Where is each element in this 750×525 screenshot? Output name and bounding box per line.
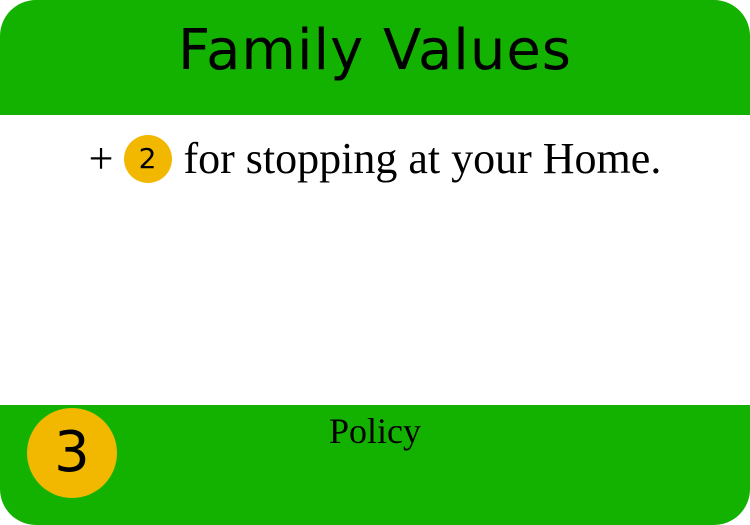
policy-card[interactable]: Family Values + 2 for stopping at your H… [0, 0, 750, 525]
card-header: Family Values [0, 0, 750, 115]
rule-value-chip: 2 [123, 135, 172, 183]
card-body: + 2 for stopping at your Home. [0, 115, 750, 405]
card-type-label: Policy [328, 411, 421, 451]
rule-description: for stopping at your Home. [183, 134, 662, 183]
rule-plus-sign: + [88, 134, 114, 183]
card-footer: 3 Policy [0, 405, 750, 525]
card-title: Family Values [178, 17, 572, 83]
card-rule-text: + 2 for stopping at your Home. [0, 135, 750, 183]
